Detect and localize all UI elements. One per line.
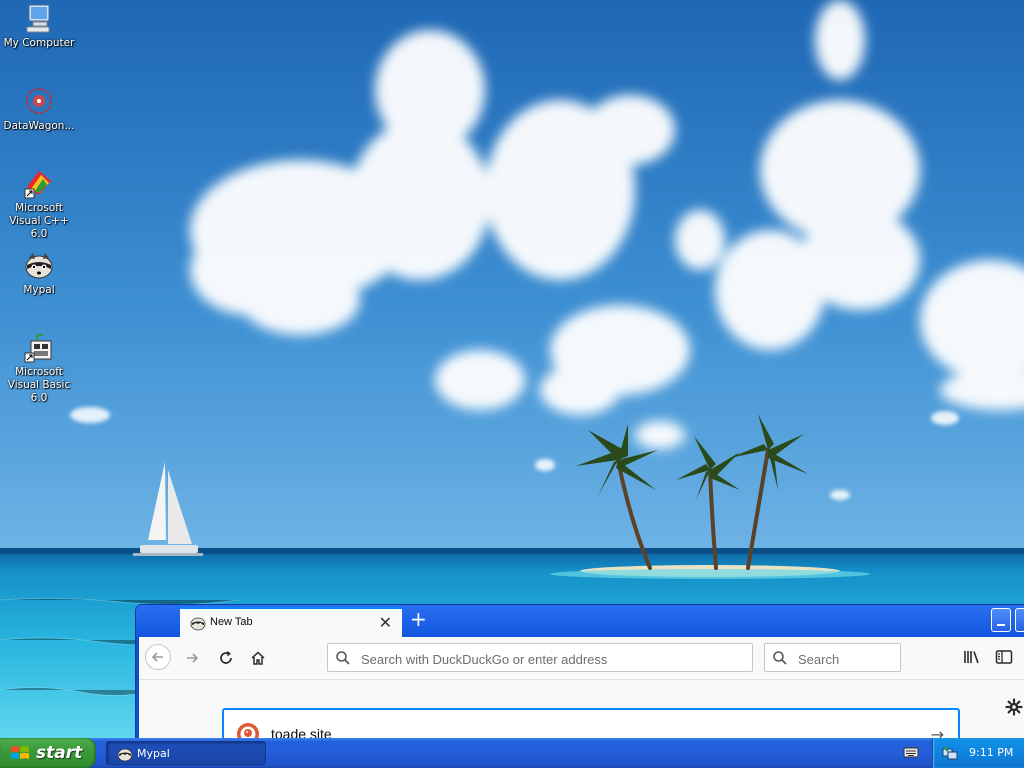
- datawagon-icon: [26, 88, 52, 114]
- reload-icon: [220, 651, 232, 664]
- browser-window: New Tab ✕ + Search with DuckDuckGo or en…: [135, 604, 1024, 746]
- mypal-icon: [117, 748, 133, 762]
- desktop-icon-label: Mypal: [23, 284, 55, 296]
- sidebar-icon: [995, 650, 1013, 664]
- tab-new-tab[interactable]: New Tab ✕: [180, 607, 402, 637]
- computer-icon: [26, 4, 50, 33]
- back-button[interactable]: [145, 644, 171, 670]
- tab-strip: New Tab ✕ +: [136, 605, 1024, 637]
- network-icon[interactable]: [942, 745, 958, 761]
- new-tab-page: toade site →: [139, 680, 1024, 745]
- visual-cpp-icon: [24, 171, 51, 199]
- desktop-icon-mypal[interactable]: Mypal: [0, 249, 78, 297]
- desktop-icon-label: My Computer: [3, 37, 75, 49]
- forward-button[interactable]: [179, 646, 205, 670]
- windows-logo-icon: [11, 746, 29, 759]
- minimize-button[interactable]: [991, 608, 1011, 632]
- desktop-icon-datawagon[interactable]: DataWagon...: [0, 85, 78, 133]
- customize-button[interactable]: [1005, 698, 1023, 719]
- visual-basic-icon: [24, 333, 52, 363]
- keyboard-icon[interactable]: [903, 745, 919, 759]
- mypal-favicon-icon: [190, 617, 206, 631]
- sidebar-button[interactable]: [995, 649, 1013, 668]
- new-tab-button[interactable]: +: [410, 607, 427, 631]
- url-bar[interactable]: [327, 643, 753, 672]
- taskbar-item-mypal[interactable]: Mypal: [106, 741, 266, 765]
- start-label: start: [36, 743, 83, 763]
- arrow-left-icon: [151, 652, 163, 662]
- maximize-button[interactable]: [1015, 608, 1024, 632]
- mypal-icon: [25, 253, 53, 279]
- start-button[interactable]: start: [0, 738, 96, 768]
- home-button[interactable]: [245, 646, 271, 670]
- desktop-icon-my-computer[interactable]: My Computer: [0, 2, 78, 50]
- library-icon: [964, 651, 979, 664]
- library-button[interactable]: [963, 649, 981, 668]
- tab-title: New Tab: [210, 616, 253, 628]
- taskbar-item-label: Mypal: [137, 747, 170, 760]
- system-tray: 9:11 PM: [932, 738, 1024, 768]
- reload-button[interactable]: [213, 646, 239, 670]
- desktop-icon-visual-cpp[interactable]: Microsoft Visual C++ 6.0: [0, 167, 78, 241]
- desktop-icon-visual-basic[interactable]: Microsoft Visual Basic 6.0: [0, 331, 78, 405]
- desktop-icon-label: Microsoft Visual C++ 6.0: [9, 202, 69, 240]
- search-bar[interactable]: [764, 643, 901, 672]
- desktop-icon-label: DataWagon...: [3, 120, 75, 132]
- search-icon: [773, 651, 787, 665]
- clock[interactable]: 9:11 PM: [969, 746, 1013, 759]
- search-icon: [336, 651, 350, 665]
- search-input[interactable]: [796, 649, 898, 669]
- navigation-toolbar: [139, 637, 1024, 680]
- url-input[interactable]: [359, 649, 743, 669]
- taskbar: start Mypal 9:11 PM: [0, 738, 1024, 768]
- gear-icon: [1005, 698, 1023, 716]
- arrow-right-icon: [187, 653, 199, 663]
- close-tab-icon[interactable]: ✕: [379, 613, 392, 632]
- desktop-icon-label: Microsoft Visual Basic 6.0: [7, 366, 71, 404]
- home-icon: [251, 651, 265, 665]
